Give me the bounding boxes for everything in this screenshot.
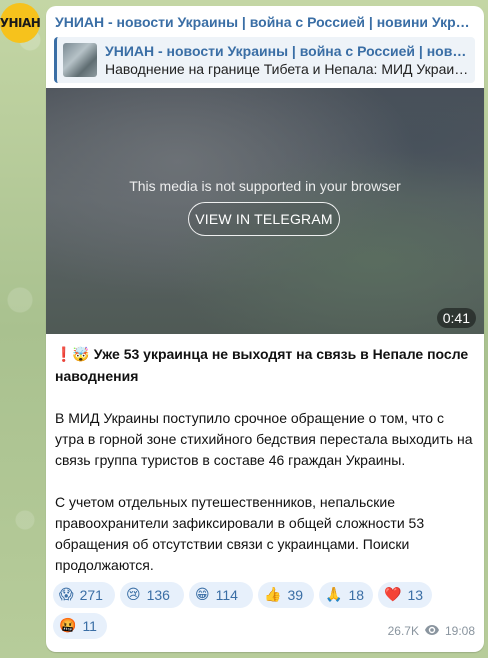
cry-emoji-icon: 😢 (126, 587, 141, 603)
reaction-count: 11 (82, 618, 97, 634)
reaction-count: 114 (215, 587, 238, 603)
reaction-thumbs-up[interactable]: 👍 39 (258, 582, 314, 608)
reaction-pray[interactable]: 🙏 18 (319, 582, 373, 608)
reaction-heart[interactable]: ❤️ 13 (378, 582, 432, 608)
reaction-count: 18 (348, 587, 365, 603)
reply-thumbnail (63, 43, 97, 77)
thumbs-up-emoji-icon: 👍 (264, 587, 282, 603)
reaction-cry[interactable]: 😢 136 (120, 582, 184, 608)
reply-title: УНИАН - новости Украины | война с Россие… (105, 42, 475, 59)
channel-title[interactable]: УНИАН - новости Украины | война с Россие… (55, 14, 475, 30)
pray-emoji-icon: 🙏 (325, 587, 343, 603)
eye-icon (424, 624, 439, 638)
reaction-count: 271 (79, 587, 103, 603)
reply-preview[interactable]: УНИАН - новости Украины | война с Россие… (54, 37, 475, 83)
post-text: ❗🤯 Уже 53 украинца не выходят на связь в… (55, 344, 475, 597)
message-bubble: УНИАН - новости Украины | война с Россие… (46, 6, 484, 652)
reaction-angry[interactable]: 🤬 11 (53, 613, 107, 639)
alert-emoji-icon: ❗🤯 (55, 347, 90, 363)
post-headline-text: Уже 53 украинца не выходят на связь в Не… (55, 346, 469, 384)
scream-emoji-icon: 😱 (59, 587, 74, 603)
message-meta: 26.7K 19:08 (388, 624, 475, 638)
post-paragraph-1: В МИД Украины поступило срочное обращени… (55, 410, 473, 468)
view-count: 26.7K (387, 624, 419, 638)
angry-emoji-icon: 🤬 (59, 618, 77, 634)
reply-subtitle: Наводнение на границе Тибета и Непала: М… (105, 60, 469, 77)
post-headline: ❗🤯 Уже 53 украинца не выходят на связь в… (55, 344, 475, 387)
post-paragraph-2: С учетом отдельных путешественников, неп… (55, 494, 425, 573)
unsupported-media-text: This media is not supported in your brow… (129, 178, 401, 194)
channel-avatar[interactable]: УНІАН (0, 3, 41, 43)
video-player[interactable]: This media is not supported in your brow… (46, 88, 484, 334)
view-in-telegram-button[interactable]: VIEW IN TELEGRAM (188, 202, 340, 236)
heart-emoji-icon: ❤️ (384, 587, 402, 603)
grin-emoji-icon: 😁 (195, 587, 210, 603)
message-time: 19:08 (444, 624, 475, 638)
reaction-scream[interactable]: 😱 271 (53, 582, 115, 608)
reaction-grin[interactable]: 😁 114 (189, 582, 253, 608)
reaction-count: 39 (287, 587, 304, 603)
reaction-count: 13 (407, 587, 424, 603)
video-duration: 0:41 (436, 308, 476, 328)
reaction-count: 136 (146, 587, 170, 603)
